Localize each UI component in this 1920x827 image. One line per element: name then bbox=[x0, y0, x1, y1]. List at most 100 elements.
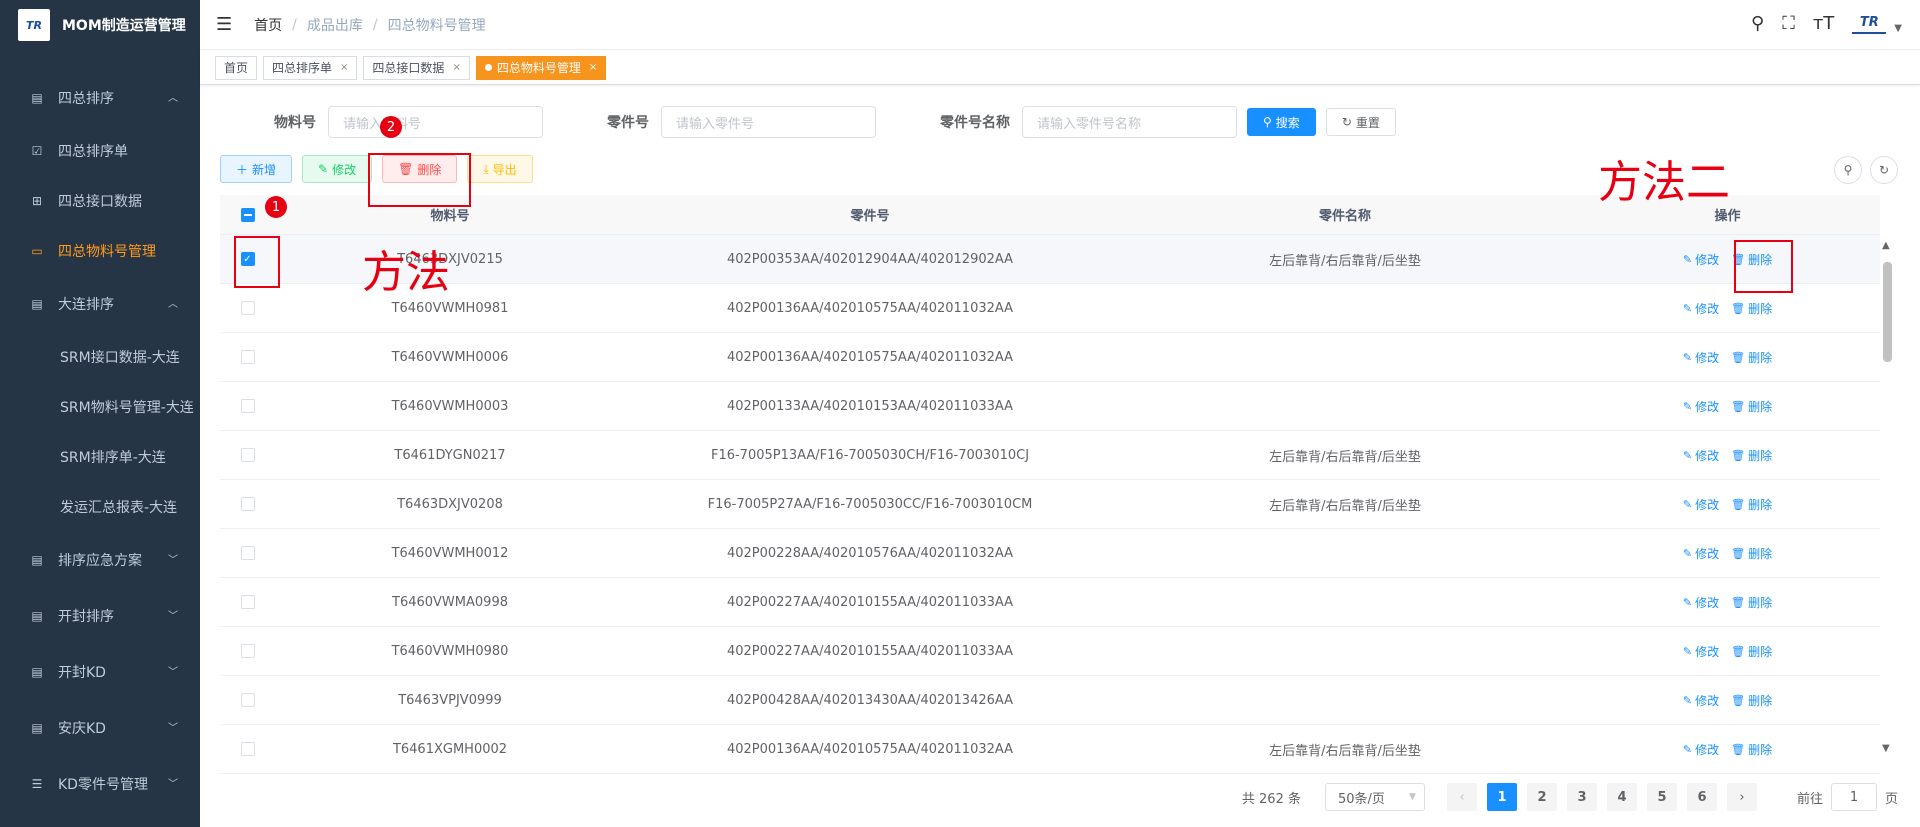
scroll-up-icon[interactable]: ▲ bbox=[1882, 240, 1890, 251]
material-input[interactable]: 请输入物料号 bbox=[328, 106, 543, 138]
refresh-icon[interactable]: ↻ bbox=[1870, 156, 1898, 184]
breadcrumb-home[interactable]: 首页 bbox=[254, 15, 282, 35]
sidebar-item-shipping-report-dalian[interactable]: 发运汇总报表-大连 bbox=[0, 482, 200, 532]
sidebar-item-label: 四总排序 bbox=[58, 91, 114, 107]
reset-button[interactable]: ↻ 重置 bbox=[1325, 108, 1396, 136]
row-edit-link[interactable]: ✎ 修改 bbox=[1683, 447, 1719, 464]
row-edit-link[interactable]: ✎ 修改 bbox=[1683, 496, 1719, 513]
part-name-input[interactable]: 请输入零件号名称 bbox=[1022, 106, 1237, 138]
row-delete-link[interactable]: 🗑 删除 bbox=[1731, 447, 1772, 464]
row-checkbox[interactable] bbox=[240, 301, 255, 315]
tag-four-interface-data[interactable]: 四总接口数据 × bbox=[363, 55, 470, 80]
row-checkbox[interactable] bbox=[240, 644, 255, 658]
row-delete-link[interactable]: 🗑 删除 bbox=[1731, 300, 1772, 317]
sidebar-item-srm-sort-dalian[interactable]: SRM排序单-大连 bbox=[0, 432, 200, 482]
table-row[interactable]: T6460VWMH0981 402P00136AA/402010575AA/402… bbox=[220, 284, 1880, 333]
app-logo[interactable]: TR MOM制造运营管理 bbox=[0, 0, 200, 50]
row-delete-link[interactable]: 🗑 删除 bbox=[1731, 643, 1772, 660]
part-input[interactable]: 请输入零件号 bbox=[661, 106, 876, 138]
row-edit-link[interactable]: ✎ 修改 bbox=[1683, 300, 1719, 317]
page-button[interactable]: 2 bbox=[1526, 783, 1557, 811]
row-edit-link[interactable]: ✎ 修改 bbox=[1683, 349, 1719, 366]
caret-down-icon[interactable]: ▼ bbox=[1894, 23, 1902, 34]
table-scrollbar[interactable]: ▲ ▼ bbox=[1880, 240, 1894, 754]
sidebar-item-emergency-plan[interactable]: ▤ 排序应急方案 ﹀ bbox=[0, 532, 200, 588]
row-edit-link[interactable]: ✎ 修改 bbox=[1683, 741, 1719, 758]
table-row[interactable]: T6461XGMH0002 402P00136AA/402010575AA/402… bbox=[220, 725, 1880, 774]
page-button[interactable]: 1 bbox=[1486, 783, 1517, 811]
menu-toggle-icon[interactable]: ☰ bbox=[216, 14, 232, 35]
add-button[interactable]: ＋新增 bbox=[220, 155, 293, 183]
sidebar-item-srm-material-dalian[interactable]: SRM物料号管理-大连 bbox=[0, 382, 200, 432]
scroll-thumb[interactable] bbox=[1883, 262, 1892, 362]
sidebar-item-four-sort[interactable]: ▤ 四总排序 ︿ bbox=[0, 70, 200, 126]
sidebar-item-anqing-kd[interactable]: ▤ 安庆KD ﹀ bbox=[0, 700, 200, 756]
sidebar-item-kaifeng-kd[interactable]: ▤ 开封KD ﹀ bbox=[0, 644, 200, 700]
row-edit-link[interactable]: ✎ 修改 bbox=[1683, 594, 1719, 611]
row-edit-link[interactable]: ✎ 修改 bbox=[1683, 398, 1719, 415]
row-delete-link[interactable]: 🗑 删除 bbox=[1731, 692, 1772, 709]
close-icon[interactable]: × bbox=[340, 57, 348, 79]
sidebar-item-dalian-sort[interactable]: ▤ 大连排序 ︿ bbox=[0, 276, 200, 332]
sidebar-item-kd-part-mgmt[interactable]: ☰ KD零件号管理 ﹀ bbox=[0, 756, 200, 812]
tag-four-material-mgmt[interactable]: 四总物料号管理 × bbox=[475, 55, 607, 80]
select-all-checkbox[interactable] bbox=[240, 207, 255, 222]
row-edit-link[interactable]: ✎ 修改 bbox=[1683, 643, 1719, 660]
search-icon: ⚲ bbox=[1263, 115, 1272, 129]
page-button[interactable]: 4 bbox=[1606, 783, 1637, 811]
table-row[interactable]: T6460VWMA0998 402P00227AA/402010155AA/402… bbox=[220, 578, 1880, 627]
row-checkbox[interactable] bbox=[240, 595, 255, 609]
row-edit-link[interactable]: ✎ 修改 bbox=[1683, 545, 1719, 562]
sidebar-item-four-sort-order[interactable]: ☑ 四总排序单 bbox=[0, 126, 200, 176]
sidebar-item-srm-interface-dalian[interactable]: SRM接口数据-大连 bbox=[0, 332, 200, 382]
page-button[interactable]: 6 bbox=[1686, 783, 1717, 811]
tag-four-sort-order[interactable]: 四总排序单 × bbox=[263, 55, 358, 80]
row-delete-link[interactable]: 🗑 删除 bbox=[1731, 496, 1772, 513]
row-delete-link[interactable]: 🗑 删除 bbox=[1731, 545, 1772, 562]
table-row[interactable]: ✓ T6463DXJV0215 402P00353AA/402012904AA/40… bbox=[220, 235, 1880, 284]
table-row[interactable]: T6460VWMH0006 402P00136AA/402010575AA/402… bbox=[220, 333, 1880, 382]
table-row[interactable]: T6463DXJV0208 F16-7005P27AA/F16-7005030CC… bbox=[220, 480, 1880, 529]
user-avatar[interactable]: TR bbox=[1852, 12, 1887, 34]
row-delete-link[interactable]: 🗑 删除 bbox=[1731, 398, 1772, 415]
row-edit-link[interactable]: ✎ 修改 bbox=[1683, 692, 1719, 709]
prev-page-button[interactable]: ‹ bbox=[1446, 783, 1477, 811]
row-edit-link[interactable]: ✎ 修改 bbox=[1683, 251, 1719, 268]
row-checkbox[interactable] bbox=[240, 693, 255, 707]
row-delete-link[interactable]: 🗑 删除 bbox=[1731, 741, 1772, 758]
page-size-select[interactable]: 50条/页 ▼ bbox=[1324, 783, 1425, 811]
next-page-button[interactable]: › bbox=[1726, 783, 1757, 811]
row-delete-link[interactable]: 🗑 删除 bbox=[1731, 594, 1772, 611]
sidebar-item-kaifeng-sort[interactable]: ▤ 开封排序 ﹀ bbox=[0, 588, 200, 644]
page-button[interactable]: 3 bbox=[1566, 783, 1597, 811]
sidebar-item-four-material-mgmt[interactable]: ▭ 四总物料号管理 bbox=[0, 226, 200, 276]
tag-home[interactable]: 首页 bbox=[215, 55, 258, 80]
sidebar-item-four-interface-data[interactable]: ⊞ 四总接口数据 bbox=[0, 176, 200, 226]
scroll-down-icon[interactable]: ▼ bbox=[1882, 743, 1890, 754]
page-button[interactable]: 5 bbox=[1646, 783, 1677, 811]
row-delete-label: 删除 bbox=[1748, 644, 1773, 659]
search-icon[interactable]: ⚲ bbox=[1751, 13, 1764, 34]
row-checkbox[interactable] bbox=[240, 497, 255, 511]
goto-page-input[interactable]: 1 bbox=[1830, 783, 1877, 811]
edit-button[interactable]: ✎ 修改 bbox=[302, 155, 373, 183]
table-row[interactable]: T6460VWMH0003 402P00133AA/402010153AA/402… bbox=[220, 382, 1880, 431]
table-row[interactable]: T6463VPJV0999 402P00428AA/402013430AA/402… bbox=[220, 676, 1880, 725]
row-checkbox[interactable] bbox=[240, 399, 255, 413]
row-delete-link[interactable]: 🗑 删除 bbox=[1731, 349, 1772, 366]
table-row[interactable]: T6460VWMH0012 402P00228AA/402010576AA/402… bbox=[220, 529, 1880, 578]
font-size-icon[interactable]: ᴛT bbox=[1813, 13, 1834, 34]
row-checkbox[interactable] bbox=[240, 546, 255, 560]
fullscreen-icon[interactable]: ⛶ bbox=[1782, 13, 1795, 34]
close-icon[interactable]: × bbox=[452, 57, 460, 79]
row-checkbox[interactable] bbox=[240, 742, 255, 756]
row-checkbox[interactable] bbox=[240, 350, 255, 364]
toggle-search-icon[interactable]: ⚲ bbox=[1834, 156, 1862, 184]
table-row[interactable]: T6460VWMH0980 402P00227AA/402010155AA/402… bbox=[220, 627, 1880, 676]
export-button[interactable]: ⤓ 导出 bbox=[467, 155, 533, 183]
row-checkbox[interactable] bbox=[240, 448, 255, 462]
close-icon[interactable]: × bbox=[589, 57, 597, 79]
table-row[interactable]: T6461DYGN0217 F16-7005P13AA/F16-7005030CH… bbox=[220, 431, 1880, 480]
search-button[interactable]: ⚲ 搜索 bbox=[1247, 108, 1316, 136]
cell-actions: ✎ 修改 🗑 删除 bbox=[1575, 251, 1880, 268]
